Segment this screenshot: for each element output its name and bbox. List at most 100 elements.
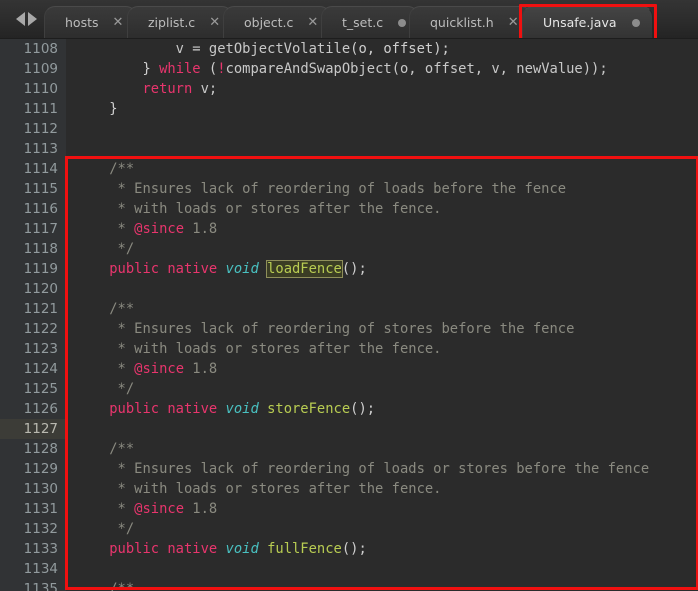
arrow-left-icon[interactable] [15, 12, 25, 26]
code-line[interactable]: public native void loadFence(); [66, 259, 698, 279]
line-number[interactable]: 1131 [0, 499, 66, 519]
code-line[interactable]: /** [66, 299, 698, 319]
editor-tab-unsafe-java[interactable]: Unsafe.java [521, 6, 653, 38]
code-line[interactable]: * with loads or stores after the fence. [66, 479, 698, 499]
code-token: } [76, 101, 118, 117]
code-line[interactable]: */ [66, 379, 698, 399]
code-line[interactable]: * with loads or stores after the fence. [66, 199, 698, 219]
tab-close-icon[interactable]: ✕ [508, 15, 519, 30]
line-number[interactable]: 1132 [0, 519, 66, 539]
code-token: getObjectVolatile [208, 41, 351, 57]
code-line[interactable]: public native void fullFence(); [66, 539, 698, 559]
code-line[interactable]: * @since 1.8 [66, 359, 698, 379]
line-number[interactable]: 1134 [0, 559, 66, 579]
editor-tab-hosts[interactable]: hosts ✕ [44, 6, 137, 38]
line-number[interactable]: 1128 [0, 439, 66, 459]
line-number[interactable]: 1109 [0, 59, 66, 79]
code-token: * with loads or stores after the fence. [76, 341, 442, 357]
line-number[interactable]: 1115 [0, 179, 66, 199]
code-token: (); [350, 401, 376, 417]
tab-close-icon[interactable]: ✕ [209, 15, 220, 30]
code-line[interactable] [66, 279, 698, 299]
code-editor-area[interactable]: 1108 1109 1110 1111 1112 1113 1114 1115 1116 1117… [0, 39, 698, 591]
line-number[interactable]: 1127 [0, 419, 66, 439]
line-number[interactable]: 1120 [0, 279, 66, 299]
code-text[interactable]: v = getObjectVolatile(o, offset); } whil… [66, 39, 698, 591]
code-line[interactable]: /** [66, 159, 698, 179]
tab-label: ziplist.c [147, 15, 195, 30]
code-token: void [225, 401, 259, 417]
code-token: fullFence [267, 541, 342, 557]
line-number[interactable]: 1129 [0, 459, 66, 479]
line-number-gutter[interactable]: 1108 1109 1110 1111 1112 1113 1114 1115 1116 1117… [0, 39, 66, 591]
line-number[interactable]: 1123 [0, 339, 66, 359]
tab-label: t_set.c [342, 15, 384, 30]
code-line[interactable] [66, 119, 698, 139]
code-line[interactable]: * @since 1.8 [66, 219, 698, 239]
code-line[interactable]: return v; [66, 79, 698, 99]
line-number[interactable]: 1130 [0, 479, 66, 499]
code-token: 1.8 [184, 501, 218, 517]
code-line[interactable]: /** [66, 439, 698, 459]
code-token: * Ensures lack of reordering of loads or… [76, 461, 650, 477]
line-number[interactable]: 1110 [0, 79, 66, 99]
tab-modified-dot-icon[interactable] [631, 18, 640, 27]
code-token: @since [134, 361, 184, 377]
editor-tab-ziplist-c[interactable]: ziplist.c ✕ [126, 6, 233, 38]
code-line[interactable]: */ [66, 519, 698, 539]
code-line[interactable]: * Ensures lack of reordering of stores b… [66, 319, 698, 339]
code-line[interactable]: * Ensures lack of reordering of loads or… [66, 459, 698, 479]
line-number[interactable]: 1116 [0, 199, 66, 219]
line-number[interactable]: 1119 [0, 259, 66, 279]
code-line[interactable]: */ [66, 239, 698, 259]
code-line[interactable] [66, 559, 698, 579]
line-number[interactable]: 1118 [0, 239, 66, 259]
line-number[interactable]: 1117 [0, 219, 66, 239]
editor-tab-bar: hosts ✕ ziplist.c ✕ object.c ✕ t_set.c quicklis… [0, 0, 698, 39]
editor-tab-object-c[interactable]: object.c ✕ [222, 6, 332, 38]
code-line[interactable]: } [66, 99, 698, 119]
tab-modified-dot-icon[interactable] [398, 18, 407, 27]
code-line[interactable]: v = getObjectVolatile(o, offset); [66, 39, 698, 59]
tab-label: quicklist.h [430, 15, 494, 30]
code-token: public native [109, 261, 218, 277]
code-token: storeFence [267, 401, 351, 417]
editor-tab-t-set-c[interactable]: t_set.c [321, 6, 420, 38]
code-line[interactable] [66, 419, 698, 439]
code-line[interactable]: * @since 1.8 [66, 499, 698, 519]
line-number[interactable]: 1135 [0, 579, 66, 591]
line-number[interactable]: 1113 [0, 139, 66, 159]
code-token: (); [341, 541, 367, 557]
code-line[interactable]: } while (!compareAndSwapObject(o, offset… [66, 59, 698, 79]
line-number[interactable]: 1111 [0, 99, 66, 119]
code-token: * with loads or stores after the fence. [76, 201, 442, 217]
line-number[interactable]: 1122 [0, 319, 66, 339]
tab-label: hosts [65, 15, 99, 30]
tab-close-icon[interactable]: ✕ [113, 15, 124, 30]
line-number[interactable]: 1133 [0, 539, 66, 559]
code-token: * [76, 501, 135, 517]
code-token: v [76, 41, 193, 57]
line-number[interactable]: 1126 [0, 399, 66, 419]
line-number[interactable]: 1108 [0, 39, 66, 59]
code-line[interactable]: public native void storeFence(); [66, 399, 698, 419]
code-line[interactable]: * with loads or stores after the fence. [66, 339, 698, 359]
tab-label: object.c [243, 15, 294, 30]
line-number[interactable]: 1124 [0, 359, 66, 379]
code-token: */ [76, 521, 135, 537]
code-line[interactable] [66, 139, 698, 159]
editor-tab-quicklist-h[interactable]: quicklist.h ✕ [409, 6, 532, 38]
line-number[interactable]: 1125 [0, 379, 66, 399]
line-number[interactable]: 1114 [0, 159, 66, 179]
code-token: public native [109, 541, 218, 557]
code-line[interactable]: /** [66, 579, 698, 591]
line-number[interactable]: 1112 [0, 119, 66, 139]
arrow-right-icon[interactable] [27, 12, 37, 26]
line-number[interactable]: 1121 [0, 299, 66, 319]
tab-close-icon[interactable]: ✕ [307, 15, 318, 30]
code-line[interactable]: * Ensures lack of reordering of loads be… [66, 179, 698, 199]
